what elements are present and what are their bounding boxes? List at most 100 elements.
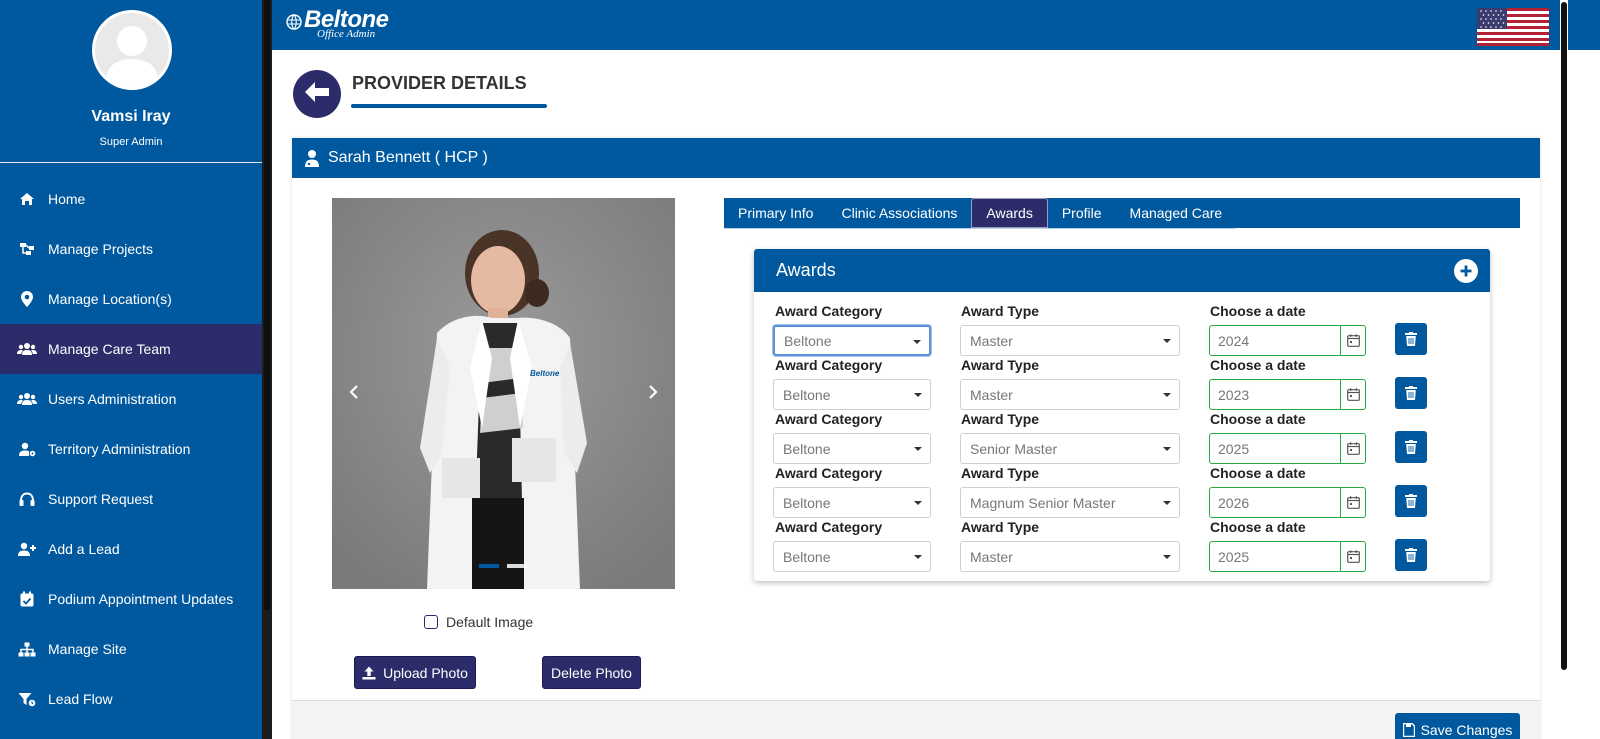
award-date-value[interactable]: 2026	[1210, 488, 1340, 517]
award-category-select[interactable]: Beltone	[773, 325, 931, 356]
upload-photo-button[interactable]: Upload Photo	[354, 656, 476, 689]
sidebar-item-territory-administration[interactable]: Territory Administration	[0, 424, 262, 474]
sidebar-item-label: Support Request	[48, 491, 154, 507]
award-date-picker[interactable]: 2024	[1209, 325, 1366, 356]
sidebar-item-label: Manage Projects	[48, 241, 154, 257]
sidebar-item-lead-flow[interactable]: Lead Flow	[0, 674, 262, 724]
sidebar-item-label: Manage Site	[48, 641, 127, 657]
delete-award-button[interactable]	[1395, 539, 1427, 571]
delete-award-button[interactable]	[1395, 323, 1427, 355]
sidebar-nav: Home Manage Projects Manage Location(s) …	[0, 174, 262, 724]
sidebar-item-support-request[interactable]: Support Request	[0, 474, 262, 524]
delete-photo-button[interactable]: Delete Photo	[542, 656, 641, 689]
award-date-label: Choose a date	[1210, 411, 1306, 427]
avatar[interactable]	[92, 10, 172, 90]
calendar-icon[interactable]	[1340, 326, 1365, 355]
award-date-picker[interactable]: 2023	[1209, 379, 1366, 410]
save-changes-button[interactable]: Save Changes	[1395, 713, 1520, 739]
award-date-picker[interactable]: 2025	[1209, 433, 1366, 464]
sidebar-item-label: Podium Appointment Updates	[48, 591, 234, 607]
calendar-icon[interactable]	[1340, 488, 1365, 517]
award-date-value[interactable]: 2025	[1210, 434, 1340, 463]
sidebar-item-home[interactable]: Home	[0, 174, 262, 224]
carousel-indicator[interactable]	[507, 564, 527, 568]
sidebar-scrollbar[interactable]	[262, 0, 272, 739]
tab-clinic-associations[interactable]: Clinic Associations	[827, 198, 971, 228]
sidebar-item-podium-appointment-updates[interactable]: Podium Appointment Updates	[0, 574, 262, 624]
beltone-logo[interactable]: Beltone Office Admin	[286, 8, 389, 40]
sidebar-divider	[0, 162, 262, 163]
sidebar-item-manage-site[interactable]: Manage Site	[0, 624, 262, 674]
sidebar-scrollbar-thumb[interactable]	[264, 0, 270, 610]
default-image-checkbox-group[interactable]: Default Image	[424, 614, 533, 630]
award-type-select[interactable]: Senior Master	[960, 433, 1180, 464]
carousel-next-button[interactable]	[641, 380, 665, 404]
sidebar-item-add-a-lead[interactable]: Add a Lead	[0, 524, 262, 574]
award-category-value: Beltone	[783, 494, 831, 511]
tab-underline	[724, 228, 1236, 229]
provider-photo-carousel[interactable]: Beltone	[332, 198, 675, 589]
award-date-label: Choose a date	[1210, 303, 1306, 319]
map-marker-icon	[16, 291, 38, 307]
award-category-value: Beltone	[783, 440, 831, 457]
sitemap-icon	[16, 641, 38, 657]
sidebar-item-label: Manage Location(s)	[48, 291, 172, 307]
provider-card-header: Sarah Bennett ( HCP )	[292, 138, 1540, 178]
award-type-label: Award Type	[961, 465, 1040, 481]
caret-down-icon	[1163, 501, 1171, 505]
home-icon	[16, 191, 38, 207]
back-button[interactable]	[293, 70, 341, 118]
award-category-select[interactable]: Beltone	[773, 379, 931, 410]
calendar-icon[interactable]	[1340, 380, 1365, 409]
tab-managed-care[interactable]: Managed Care	[1116, 198, 1237, 228]
awards-panel-header: Awards	[754, 249, 1490, 292]
caret-down-icon	[1163, 339, 1171, 343]
default-image-checkbox[interactable]	[424, 615, 438, 629]
tab-primary-info[interactable]: Primary Info	[724, 198, 827, 228]
carousel-prev-button[interactable]	[342, 380, 366, 404]
caret-down-icon	[1163, 447, 1171, 451]
award-date-value[interactable]: 2024	[1210, 326, 1340, 355]
sidebar-item-label: Manage Care Team	[48, 341, 171, 357]
users-icon	[16, 341, 38, 357]
award-category-select[interactable]: Beltone	[773, 433, 931, 464]
award-date-value[interactable]: 2023	[1210, 380, 1340, 409]
sidebar-item-manage-locations[interactable]: Manage Location(s)	[0, 274, 262, 324]
sidebar-item-manage-projects[interactable]: Manage Projects	[0, 224, 262, 274]
delete-award-button[interactable]	[1395, 431, 1427, 463]
awards-title: Awards	[776, 260, 836, 280]
page-scrollbar-thumb[interactable]	[1561, 2, 1567, 670]
award-type-select[interactable]: Master	[960, 541, 1180, 572]
award-category-label: Award Category	[775, 519, 883, 535]
add-award-button[interactable]	[1454, 259, 1478, 283]
sidebar-item-label: Lead Flow	[48, 691, 113, 707]
user-role: Super Admin	[99, 136, 163, 148]
award-category-value: Beltone	[784, 332, 832, 349]
sidebar-item-users-administration[interactable]: Users Administration	[0, 374, 262, 424]
provider-tabs: Primary Info Clinic Associations Awards …	[724, 198, 1520, 228]
tab-awards[interactable]: Awards	[971, 198, 1048, 228]
award-date-value[interactable]: 2025	[1210, 542, 1340, 571]
award-type-value: Senior Master	[970, 440, 1058, 457]
calendar-check-icon	[16, 591, 38, 607]
delete-award-button[interactable]	[1395, 485, 1427, 517]
page-scrollbar[interactable]	[1560, 0, 1568, 739]
calendar-icon[interactable]	[1340, 434, 1365, 463]
us-flag-icon[interactable]	[1477, 8, 1549, 46]
award-date-picker[interactable]: 2025	[1209, 541, 1366, 572]
calendar-icon[interactable]	[1340, 542, 1365, 571]
award-type-select[interactable]: Master	[960, 325, 1180, 356]
award-date-picker[interactable]: 2026	[1209, 487, 1366, 518]
delete-award-button[interactable]	[1395, 377, 1427, 409]
trash-icon	[1405, 440, 1417, 454]
award-category-select[interactable]: Beltone	[773, 541, 931, 572]
tab-profile[interactable]: Profile	[1048, 198, 1116, 228]
title-underline	[351, 104, 547, 108]
carousel-indicator[interactable]	[479, 564, 499, 568]
award-type-select[interactable]: Magnum Senior Master	[960, 487, 1180, 518]
award-category-select[interactable]: Beltone	[773, 487, 931, 518]
award-type-select[interactable]: Master	[960, 379, 1180, 410]
sidebar-item-manage-care-team[interactable]: Manage Care Team	[0, 324, 262, 374]
sidebar-item-label: Territory Administration	[48, 441, 191, 457]
user-gear-icon	[16, 441, 38, 457]
